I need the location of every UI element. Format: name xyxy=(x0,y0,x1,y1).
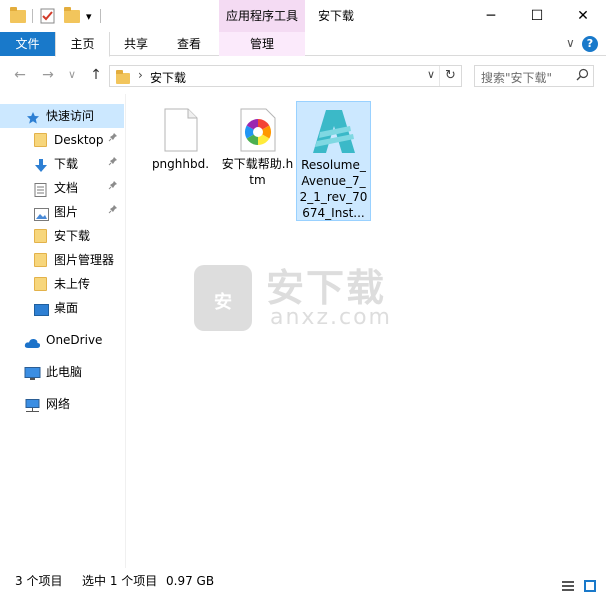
ribbon-collapse-icon[interactable]: ∨ xyxy=(566,36,575,50)
customize-toolbar-dropdown[interactable]: ▾ xyxy=(86,7,92,25)
properties-checkbox-icon[interactable] xyxy=(40,7,56,25)
tab-share[interactable]: 共享 xyxy=(110,32,162,56)
pin-icon[interactable] xyxy=(108,200,118,224)
sidebar-item-label: 桌面 xyxy=(54,301,79,315)
sidebar-item-onedrive[interactable]: OneDrive xyxy=(0,328,124,352)
sidebar-item-network[interactable]: 网络 xyxy=(0,392,124,416)
file-item[interactable]: pnghhbd. xyxy=(143,102,218,172)
network-icon xyxy=(24,397,40,412)
sidebar-item-label: 安下载 xyxy=(54,229,91,243)
tab-manage[interactable]: 管理 xyxy=(219,32,305,56)
toolbar-separator xyxy=(32,9,33,23)
tab-home[interactable]: 主页 xyxy=(55,32,110,57)
picture-icon xyxy=(34,205,50,221)
folder-icon xyxy=(34,133,50,147)
breadcrumb-current[interactable]: 安下载 xyxy=(150,69,186,86)
cloud-icon xyxy=(24,333,41,348)
sidebar-item-label: 图片 xyxy=(54,205,79,219)
sidebar-item-label: OneDrive xyxy=(46,333,103,347)
sidebar-item-this-pc[interactable]: 此电脑 xyxy=(0,360,124,384)
toolbar-separator xyxy=(100,9,101,23)
tab-file[interactable]: 文件 xyxy=(0,32,55,56)
selection-size: 0.97 GB xyxy=(166,574,215,588)
pin-icon[interactable] xyxy=(108,152,118,176)
navigation-pane: 快速访问 Desktop 下载 文档 图片 安下载 图片管理器 未上传 桌面 O… xyxy=(0,94,126,568)
file-name: 安下载帮助.htm xyxy=(221,157,294,187)
search-placeholder: 搜索"安下载" xyxy=(481,71,553,85)
blank-file-icon xyxy=(143,102,218,152)
folder-icon xyxy=(34,277,50,291)
download-arrow-icon xyxy=(34,157,50,172)
folder-icon xyxy=(34,253,50,267)
large-icons-view-icon[interactable] xyxy=(584,575,596,592)
desktop-icon xyxy=(34,301,50,316)
sidebar-item-label: 快速访问 xyxy=(46,109,95,123)
sidebar-item-image-manager[interactable]: 图片管理器 xyxy=(0,248,124,272)
sidebar-item-label: 此电脑 xyxy=(46,365,83,379)
color-wheel-icon xyxy=(220,102,295,152)
sidebar-item-not-uploaded[interactable]: 未上传 xyxy=(0,272,124,296)
file-item[interactable]: 安下载帮助.htm xyxy=(220,102,295,188)
close-button[interactable]: ✕ xyxy=(560,0,606,32)
context-tab-title: 应用程序工具 xyxy=(219,0,305,32)
sidebar-item-anxiazai[interactable]: 安下载 xyxy=(0,224,124,248)
window-title: 安下载 xyxy=(318,9,355,23)
address-bar[interactable]: › 安下载 ∨ ↻ xyxy=(109,65,462,87)
up-button[interactable]: ↑ xyxy=(86,65,106,85)
file-name: pnghhbd. xyxy=(151,157,210,171)
resolume-avenue-icon xyxy=(297,102,370,154)
pin-icon[interactable] xyxy=(108,176,118,200)
title-bar: ▾ 应用程序工具 安下载 ─ ☐ ✕ xyxy=(0,0,606,32)
ribbon-tabs: 文件 主页 共享 查看 管理 ∨ ? xyxy=(0,32,606,57)
item-count: 3 个项目 xyxy=(15,574,63,588)
address-dropdown-icon[interactable]: ∨ xyxy=(427,68,435,81)
refresh-button[interactable]: ↻ xyxy=(439,66,461,86)
document-icon xyxy=(34,181,50,197)
shopping-bag-logo-icon: 安 xyxy=(194,265,252,331)
search-input[interactable]: 搜索"安下载" xyxy=(474,65,594,87)
watermark-url: anxz.com xyxy=(270,305,392,330)
sidebar-item-downloads[interactable]: 下载 xyxy=(0,152,124,176)
watermark: 安 安下载 anxz.com xyxy=(194,253,414,343)
tab-view[interactable]: 查看 xyxy=(164,32,214,56)
sidebar-item-label: 文档 xyxy=(54,181,79,195)
minimize-button[interactable]: ─ xyxy=(468,0,514,32)
status-bar: 3 个项目 选中 1 个项目 0.97 GB xyxy=(0,568,606,594)
sidebar-item-label: 未上传 xyxy=(54,277,91,291)
sidebar-item-label: 网络 xyxy=(46,397,71,411)
folder-icon xyxy=(10,6,26,25)
breadcrumb-separator[interactable]: › xyxy=(138,68,143,82)
sidebar-item-label: 下载 xyxy=(54,157,79,171)
folder-icon xyxy=(116,70,130,84)
details-view-icon[interactable] xyxy=(562,575,574,591)
sidebar-item-pictures[interactable]: 图片 xyxy=(0,200,124,224)
sidebar-item-label: Desktop xyxy=(54,133,104,147)
watermark-brand: 安下载 xyxy=(266,266,387,310)
folder-icon xyxy=(34,229,50,243)
recent-locations-dropdown[interactable]: ∨ xyxy=(62,65,82,85)
maximize-button[interactable]: ☐ xyxy=(514,0,560,32)
pin-icon[interactable] xyxy=(108,128,118,152)
computer-icon xyxy=(24,365,41,380)
file-item-selected[interactable]: Resolume_Avenue_7_2_1_rev_70674_Inst... xyxy=(296,101,371,221)
navigation-bar: ← → ∨ ↑ › 安下载 ∨ ↻ 搜索"安下载" xyxy=(0,57,606,93)
search-icon xyxy=(576,68,589,85)
back-button[interactable]: ← xyxy=(10,65,30,85)
help-icon[interactable]: ? xyxy=(582,36,598,52)
sidebar-item-desktop-cn[interactable]: 桌面 xyxy=(0,296,124,320)
sidebar-item-quick-access[interactable]: 快速访问 xyxy=(0,104,124,128)
file-name: Resolume_Avenue_7_2_1_rev_70674_Inst... xyxy=(299,158,368,220)
sidebar-item-desktop[interactable]: Desktop xyxy=(0,128,124,152)
star-icon xyxy=(26,109,42,124)
watermark-logo-char: 安 xyxy=(214,292,232,313)
new-folder-icon[interactable] xyxy=(64,6,80,25)
selection-count: 选中 1 个项目 xyxy=(82,574,158,588)
sidebar-item-documents[interactable]: 文档 xyxy=(0,176,124,200)
sidebar-item-label: 图片管理器 xyxy=(54,253,115,267)
forward-button[interactable]: → xyxy=(38,65,58,85)
